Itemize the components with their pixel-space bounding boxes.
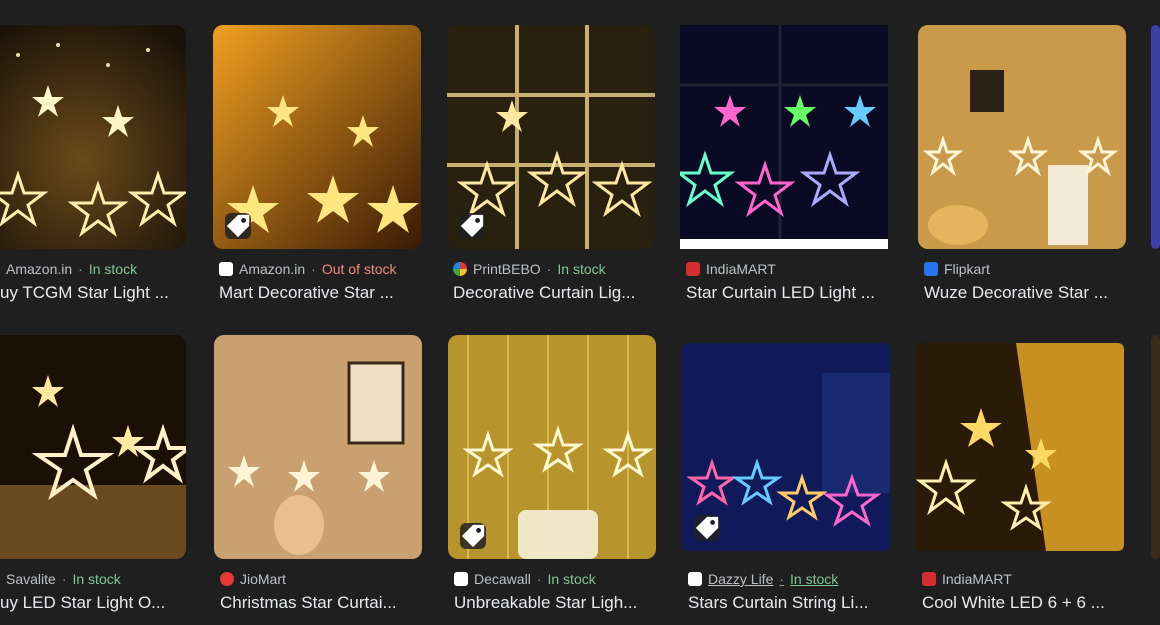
result-title[interactable]: uy TCGM Star Light ... — [0, 283, 204, 303]
source-name[interactable]: Savalite — [6, 571, 56, 587]
result-meta: IndiaMART — [686, 261, 776, 277]
printbebo-favicon — [453, 262, 467, 276]
result-thumbnail[interactable] — [682, 343, 890, 551]
result-thumbnail[interactable] — [213, 25, 421, 249]
dazzylife-favicon — [688, 572, 702, 586]
decawall-favicon — [454, 572, 468, 586]
result-title[interactable]: Decorative Curtain Lig... — [453, 283, 657, 303]
result-thumbnail[interactable] — [0, 335, 186, 559]
result-title[interactable]: Christmas Star Curtai... — [220, 593, 424, 613]
source-name[interactable]: Amazon.in — [239, 261, 305, 277]
result-meta: IndiaMART — [922, 571, 1012, 587]
jiomart-favicon — [220, 572, 234, 586]
result-thumbnail[interactable] — [448, 335, 656, 559]
source-name[interactable]: Decawall — [474, 571, 531, 587]
result-thumbnail[interactable] — [916, 343, 1124, 551]
result-meta: Savalite · In stock — [6, 571, 121, 587]
result-thumbnail[interactable] — [1151, 25, 1160, 249]
result-title[interactable]: Mart Decorative Star ... — [219, 283, 423, 303]
result-meta: Dazzy Life · In stock — [688, 571, 838, 587]
stock-status: In stock — [88, 261, 138, 277]
stock-status: Out of stock — [321, 261, 397, 277]
result-meta: Amazon.in · In stock — [6, 261, 138, 277]
result-thumbnail[interactable] — [918, 25, 1126, 249]
result-title[interactable]: Wuze Decorative Star ... — [924, 283, 1128, 303]
stock-status: In stock — [557, 261, 606, 277]
tag-icon — [225, 213, 251, 239]
result-thumbnail[interactable] — [1151, 335, 1160, 559]
result-meta: Amazon.in · Out of stock — [219, 261, 397, 277]
indiamart-favicon — [922, 572, 936, 586]
source-name[interactable]: Dazzy Life — [708, 571, 773, 587]
result-thumbnail[interactable] — [214, 335, 422, 559]
result-title[interactable]: Stars Curtain String Li... — [688, 593, 892, 613]
result-title[interactable]: Cool White LED 6 + 6 ... — [922, 593, 1126, 613]
result-meta: JioMart — [220, 571, 286, 587]
indiamart-favicon — [686, 262, 700, 276]
stock-status: In stock — [790, 571, 839, 587]
source-name[interactable]: JioMart — [240, 571, 286, 587]
amazon-favicon — [219, 262, 233, 276]
result-thumbnail[interactable] — [0, 25, 186, 249]
tag-icon — [459, 213, 485, 239]
source-name[interactable]: Amazon.in — [6, 261, 72, 277]
tag-icon — [694, 515, 720, 541]
result-thumbnail[interactable] — [447, 25, 655, 249]
stock-status: In stock — [72, 571, 121, 587]
result-title[interactable]: Star Curtain LED Light ... — [686, 283, 890, 303]
source-name[interactable]: PrintBEBO — [473, 261, 541, 277]
result-meta: Flipkart — [924, 261, 990, 277]
stock-status: In stock — [547, 571, 596, 587]
flipkart-favicon — [924, 262, 938, 276]
source-name[interactable]: Flipkart — [944, 261, 990, 277]
result-thumbnail[interactable] — [680, 25, 888, 249]
result-meta: Decawall · In stock — [454, 571, 596, 587]
source-name[interactable]: IndiaMART — [942, 571, 1012, 587]
result-title[interactable]: Unbreakable Star Ligh... — [454, 593, 658, 613]
result-title[interactable]: uy LED Star Light O... — [0, 593, 204, 613]
result-meta: PrintBEBO · In stock — [453, 261, 606, 277]
tag-icon — [460, 523, 486, 549]
source-name[interactable]: IndiaMART — [706, 261, 776, 277]
